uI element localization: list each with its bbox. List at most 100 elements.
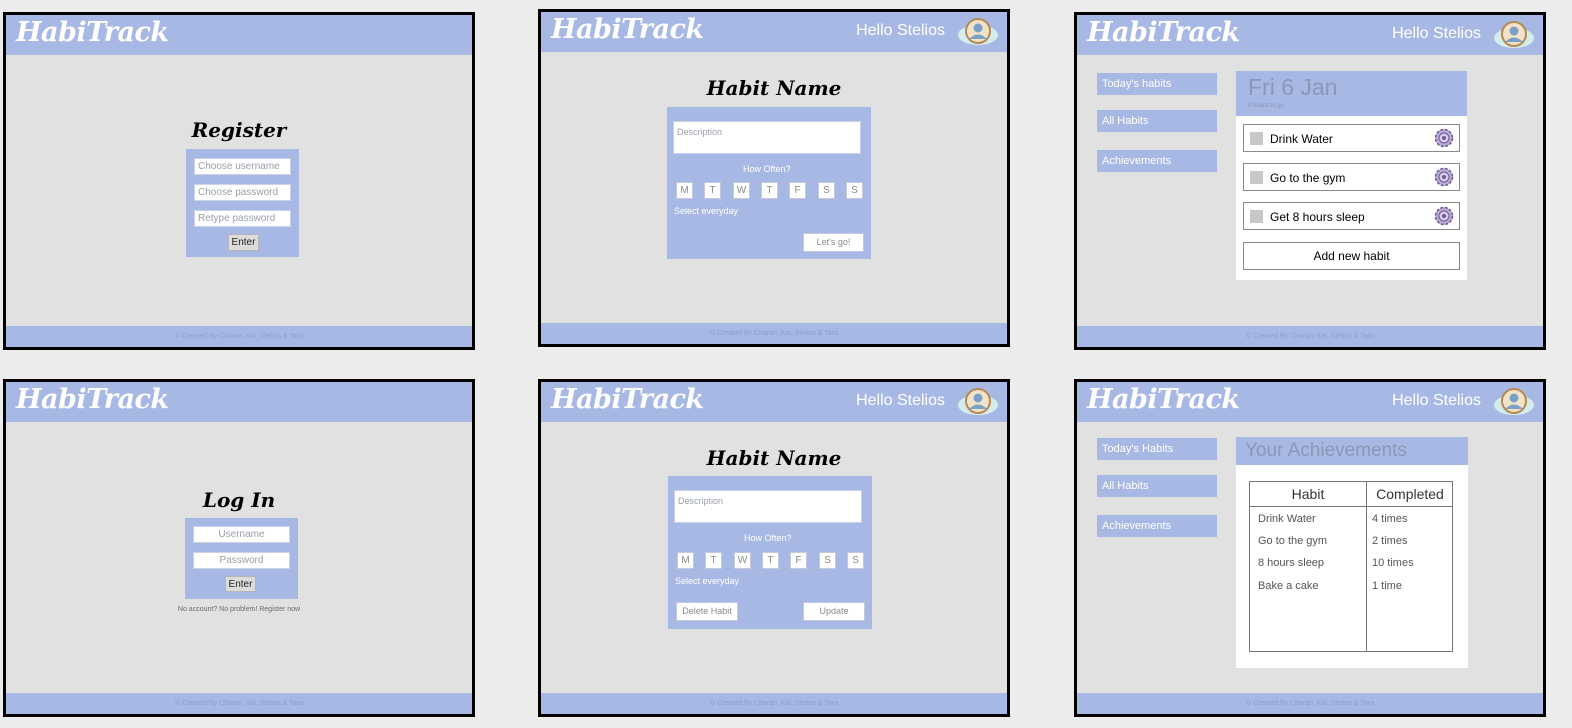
- greeting: Hello Stelios: [1392, 392, 1481, 409]
- achievements-title: Your Achievements: [1245, 440, 1407, 461]
- select-everyday-link[interactable]: Select everyday: [674, 206, 738, 216]
- sidebar-item-todays-habits[interactable]: Today's Habits: [1097, 438, 1217, 460]
- sidebar-item-achievements[interactable]: Achievements: [1097, 515, 1217, 537]
- avatar-icon[interactable]: [957, 15, 999, 49]
- app-logo: HabiTrack: [551, 14, 704, 45]
- day-friday[interactable]: F: [790, 552, 807, 569]
- app-logo: HabiTrack: [1087, 384, 1240, 415]
- day-sunday[interactable]: S: [847, 552, 864, 569]
- date-title: Fri 6 Jan: [1248, 74, 1338, 100]
- cell-habit: Go to the gym: [1258, 535, 1328, 547]
- update-button[interactable]: Update: [803, 602, 865, 621]
- cell-habit: 8 hours sleep: [1258, 557, 1325, 569]
- cell-completed: 2 times: [1372, 535, 1408, 547]
- column-header-completed: Completed: [1376, 486, 1444, 502]
- day-monday[interactable]: M: [677, 552, 694, 569]
- header-divider: [1250, 506, 1452, 507]
- day-tuesday[interactable]: T: [705, 552, 722, 569]
- cell-habit: Drink Water: [1258, 513, 1316, 525]
- login-screen: HabiTrack Log In Username Password Enter…: [3, 379, 475, 717]
- top-bar: HabiTrack Hello Stelios: [541, 382, 1007, 422]
- top-bar: HabiTrack: [6, 15, 472, 55]
- avatar-icon[interactable]: [1493, 18, 1535, 52]
- column-header-habit: Habit: [1291, 486, 1325, 502]
- todays-habits-screen: HabiTrack Hello Stelios Today's habits A…: [1074, 12, 1546, 350]
- habit-label: Drink Water: [1270, 132, 1333, 146]
- today-card: Fri 6 Jan 3 habits to go Drink Water Go …: [1236, 71, 1467, 280]
- day-sunday[interactable]: S: [846, 182, 863, 199]
- day-wednesday[interactable]: W: [733, 182, 750, 199]
- footer: © Created By Charan, Kai, Stelios & Tara: [1077, 326, 1543, 347]
- description-field[interactable]: Description: [674, 490, 862, 523]
- app-logo: HabiTrack: [551, 384, 704, 415]
- day-wednesday[interactable]: W: [734, 552, 751, 569]
- habits-remaining: 3 habits to go: [1248, 103, 1285, 109]
- description-field[interactable]: Description: [673, 121, 861, 154]
- day-tuesday[interactable]: T: [704, 182, 721, 199]
- password-field[interactable]: Choose password: [194, 184, 291, 201]
- lets-go-button[interactable]: Let's go!: [803, 233, 864, 252]
- day-saturday[interactable]: S: [818, 182, 835, 199]
- footer: © Created By Charan, Kai, Stelios & Tara: [541, 323, 1007, 344]
- habit-row-gym[interactable]: Go to the gym: [1243, 163, 1460, 191]
- achievements-header: Your Achievements: [1236, 437, 1468, 465]
- enter-button[interactable]: Enter: [228, 234, 259, 251]
- achievements-card: Your Achievements Habit Completed Drink …: [1236, 437, 1468, 668]
- sidebar-item-all-habits[interactable]: All Habits: [1097, 475, 1217, 497]
- habit-form: Description How Often? M T W T F S S Sel…: [667, 107, 871, 259]
- register-title: Register: [191, 118, 287, 142]
- gear-icon[interactable]: [1434, 206, 1454, 226]
- new-habit-screen: HabiTrack Hello Stelios Habit Name Descr…: [538, 9, 1010, 347]
- date-header: Fri 6 Jan 3 habits to go: [1236, 71, 1467, 116]
- edit-habit-screen: HabiTrack Hello Stelios Habit Name Descr…: [538, 379, 1010, 717]
- register-screen: HabiTrack Register Choose username Choos…: [3, 12, 475, 350]
- sidebar-item-achievements[interactable]: Achievements: [1097, 150, 1217, 172]
- day-friday[interactable]: F: [789, 182, 806, 199]
- username-field[interactable]: Choose username: [194, 158, 291, 175]
- retype-password-field[interactable]: Retype password: [194, 210, 291, 227]
- cell-completed: 1 time: [1372, 580, 1402, 592]
- day-monday[interactable]: M: [676, 182, 693, 199]
- top-bar: HabiTrack Hello Stelios: [541, 12, 1007, 52]
- sidebar-item-all-habits[interactable]: All Habits: [1097, 110, 1217, 132]
- login-title: Log In: [202, 488, 276, 512]
- how-often-label: How Often?: [743, 164, 791, 174]
- day-saturday[interactable]: S: [819, 552, 836, 569]
- column-divider: [1366, 482, 1367, 651]
- gear-icon[interactable]: [1434, 167, 1454, 187]
- password-field[interactable]: Password: [193, 552, 290, 569]
- habit-checkbox[interactable]: [1250, 132, 1263, 145]
- habit-name-title: Habit Name: [706, 76, 842, 100]
- footer: © Created By Charan, Kai, Stelios & Tara: [6, 693, 472, 714]
- day-thursday[interactable]: T: [761, 182, 778, 199]
- greeting: Hello Stelios: [856, 22, 945, 39]
- add-habit-button[interactable]: Add new habit: [1243, 242, 1460, 270]
- sidebar-item-todays-habits[interactable]: Today's habits: [1097, 73, 1217, 95]
- greeting: Hello Stelios: [1392, 25, 1481, 42]
- top-bar: HabiTrack Hello Stelios: [1077, 382, 1543, 422]
- cell-completed: 10 times: [1372, 557, 1414, 569]
- enter-button[interactable]: Enter: [225, 576, 256, 592]
- habit-row-drink-water[interactable]: Drink Water: [1243, 124, 1460, 152]
- achievements-screen: HabiTrack Hello Stelios Today's Habits A…: [1074, 379, 1546, 717]
- login-form: Username Password Enter: [185, 518, 298, 599]
- footer: © Created By Charan, Kai, Stelios & Tara: [541, 693, 1007, 714]
- app-logo: HabiTrack: [1087, 17, 1240, 48]
- habit-label: Get 8 hours sleep: [1270, 210, 1365, 224]
- greeting: Hello Stelios: [856, 392, 945, 409]
- cell-habit: Bake a cake: [1258, 580, 1319, 592]
- register-link[interactable]: No account? No problem! Register now: [139, 606, 339, 613]
- register-form: Choose username Choose password Retype p…: [186, 149, 299, 257]
- gear-icon[interactable]: [1434, 128, 1454, 148]
- habit-checkbox[interactable]: [1250, 210, 1263, 223]
- footer: © Created By Charan, Kai, Stelios & Tara: [6, 326, 472, 347]
- top-bar: HabiTrack: [6, 382, 472, 422]
- delete-habit-button[interactable]: Delete Habit: [676, 602, 738, 621]
- username-field[interactable]: Username: [193, 526, 290, 543]
- habit-checkbox[interactable]: [1250, 171, 1263, 184]
- select-everyday-link[interactable]: Select everyday: [675, 576, 739, 586]
- avatar-icon[interactable]: [1493, 385, 1535, 419]
- day-thursday[interactable]: T: [762, 552, 779, 569]
- habit-row-sleep[interactable]: Get 8 hours sleep: [1243, 202, 1460, 230]
- avatar-icon[interactable]: [957, 385, 999, 419]
